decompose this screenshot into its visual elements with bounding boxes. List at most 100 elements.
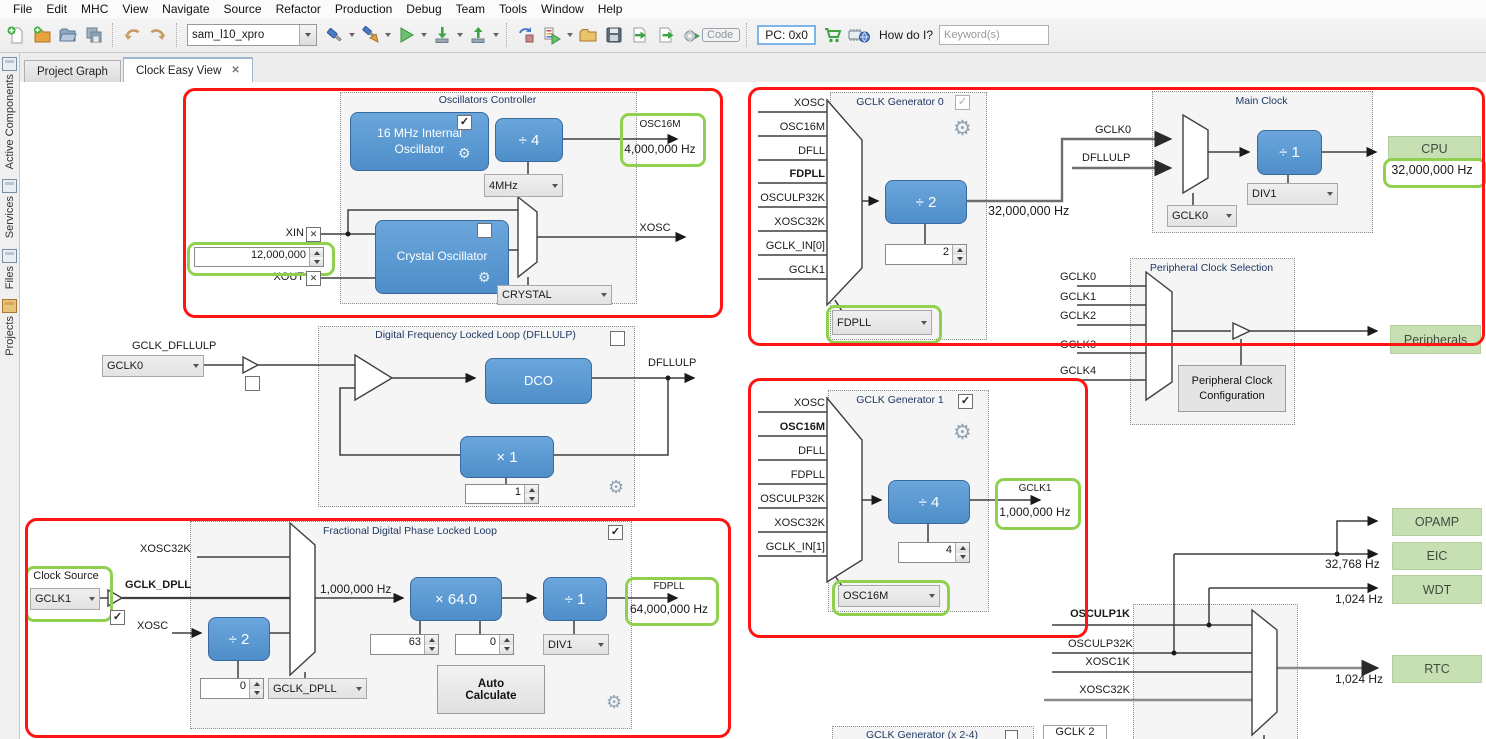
sidebar-item-active-components[interactable]: Active Components <box>2 57 17 169</box>
crystal-oscillator-enable-checkbox[interactable] <box>477 223 492 238</box>
spinner-buttons[interactable] <box>955 543 969 562</box>
fdpll-mux-select[interactable]: GCLK_DPLL <box>268 678 367 699</box>
export-hex-icon[interactable] <box>628 23 652 47</box>
close-icon[interactable] <box>231 65 239 76</box>
gclkgen0-enable-checkbox[interactable] <box>955 95 970 110</box>
open-project-icon[interactable] <box>56 23 80 47</box>
gear-icon[interactable] <box>458 146 471 160</box>
run-icon[interactable] <box>394 23 418 47</box>
spinner-buttons[interactable] <box>499 635 513 654</box>
menu-edit[interactable]: Edit <box>39 1 74 17</box>
pm3-program-icon[interactable] <box>540 23 564 47</box>
undo-icon[interactable] <box>120 23 144 47</box>
gear-icon[interactable] <box>953 118 972 139</box>
device-globe-icon[interactable] <box>847 23 871 47</box>
gclkgen1-div-input[interactable]: 4 <box>898 542 970 563</box>
internal-oscillator-enable-checkbox[interactable] <box>457 115 472 130</box>
menu-file[interactable]: File <box>6 1 39 17</box>
menu-window[interactable]: Window <box>534 1 591 17</box>
generate-code-label[interactable]: Code <box>702 28 740 42</box>
new-project-icon[interactable] <box>30 23 54 47</box>
menu-view[interactable]: View <box>115 1 155 17</box>
gclkgen1-divider-block[interactable]: ÷ 4 <box>888 480 970 524</box>
redo-icon[interactable] <box>146 23 170 47</box>
folder-icon[interactable] <box>576 23 600 47</box>
cart-icon[interactable] <box>821 23 845 47</box>
fdpll-mult-frac-input[interactable]: 0 <box>455 634 514 655</box>
chevron-down-icon[interactable] <box>299 25 316 45</box>
build-icon[interactable] <box>322 23 346 47</box>
crystal-mode-select[interactable]: CRYSTAL <box>497 285 612 305</box>
fdpll-prediv-block[interactable]: ÷ 2 <box>208 617 270 661</box>
gclkgen1-enable-checkbox[interactable] <box>958 394 973 409</box>
menu-navigate[interactable]: Navigate <box>155 1 216 17</box>
tab-clock-easy-view[interactable]: Clock Easy View <box>123 57 253 82</box>
sidebar-item-files[interactable]: Files <box>2 249 17 289</box>
fdpll-prediv-input[interactable]: 0 <box>200 678 264 699</box>
mainclock-div-select[interactable]: DIV1 <box>1247 183 1338 205</box>
spinner-buttons[interactable] <box>952 245 966 264</box>
menu-team[interactable]: Team <box>449 1 492 17</box>
gclkgen0-source-select[interactable]: FDPLL <box>832 310 932 335</box>
pm3-dropdown-icon[interactable] <box>567 33 573 37</box>
gclkgen24-enable-checkbox[interactable] <box>1005 730 1018 739</box>
menu-production[interactable]: Production <box>328 1 399 17</box>
mainclock-source-select[interactable]: GCLK0 <box>1167 205 1237 227</box>
menu-source[interactable]: Source <box>217 1 269 17</box>
spinner-buttons[interactable] <box>249 679 263 698</box>
menu-help[interactable]: Help <box>591 1 630 17</box>
tab-project-graph[interactable]: Project Graph <box>24 60 121 82</box>
xin-freq-input[interactable]: 12,000,000 <box>194 247 324 267</box>
menu-mhc[interactable]: MHC <box>74 1 115 17</box>
fdpll-div-select[interactable]: DIV1 <box>543 634 609 655</box>
project-combobox[interactable]: sam_l10_xpro <box>187 24 317 46</box>
menu-tools[interactable]: Tools <box>492 1 534 17</box>
dfll-enable-checkbox[interactable] <box>610 331 625 346</box>
fdpll-postdiv-block[interactable]: ÷ 1 <box>543 577 607 621</box>
dco-block[interactable]: DCO <box>485 358 592 404</box>
run-dropdown-icon[interactable] <box>421 33 427 37</box>
fdpll-buffer-checkbox[interactable] <box>110 610 125 625</box>
fdpll-enable-checkbox[interactable] <box>608 525 623 540</box>
keyword-search-input[interactable] <box>939 25 1049 45</box>
make-program-icon[interactable] <box>430 23 454 47</box>
refresh-debug-tool-icon[interactable] <box>514 23 538 47</box>
spinner-buttons[interactable] <box>424 635 438 654</box>
clean-build-icon[interactable] <box>358 23 382 47</box>
dfll-source-select[interactable]: GCLK0 <box>102 355 204 377</box>
menu-refactor[interactable]: Refactor <box>269 1 328 17</box>
gear-icon[interactable] <box>478 270 491 284</box>
osc16m-divider-block[interactable]: ÷ 4 <box>495 118 563 162</box>
new-file-icon[interactable] <box>4 23 28 47</box>
save-all-icon[interactable] <box>82 23 106 47</box>
gclkgen1-source-select[interactable]: OSC16M <box>838 585 940 607</box>
fdpll-multiplier-block[interactable]: × 64.0 <box>410 577 502 621</box>
fdpll-source-select[interactable]: GCLK1 <box>30 588 100 610</box>
spinner-buttons[interactable] <box>524 485 538 503</box>
auto-calculate-button[interactable]: AutoCalculate <box>437 665 545 714</box>
mainclock-divider-block[interactable]: ÷ 1 <box>1257 130 1322 175</box>
gear-icon[interactable] <box>953 422 972 443</box>
gear-icon[interactable] <box>606 693 622 711</box>
clean-build-dropdown-icon[interactable] <box>385 33 391 37</box>
dfll-buffer-checkbox[interactable] <box>245 376 260 391</box>
gclkgen0-divider-block[interactable]: ÷ 2 <box>885 180 967 224</box>
menu-debug[interactable]: Debug <box>399 1 448 17</box>
read-device-dropdown-icon[interactable] <box>493 33 499 37</box>
make-program-dropdown-icon[interactable] <box>457 33 463 37</box>
fdpll-mult-int-input[interactable]: 63 <box>370 634 439 655</box>
build-dropdown-icon[interactable] <box>349 33 355 37</box>
import-hex-icon[interactable] <box>654 23 678 47</box>
gclkgen0-div-input[interactable]: 2 <box>885 244 967 265</box>
gclk2-tab[interactable]: GCLK 2 <box>1043 725 1107 739</box>
dfll-mult-input[interactable]: 1 <box>465 484 539 504</box>
generate-code-gear-icon[interactable] <box>680 23 704 47</box>
peripheral-clock-config-button[interactable]: Peripheral Clock Configuration <box>1178 365 1286 412</box>
xin-pin-checkbox[interactable] <box>306 227 321 242</box>
xout-pin-checkbox[interactable] <box>306 271 321 286</box>
spinner-buttons[interactable] <box>309 248 323 266</box>
sidebar-item-services[interactable]: Services <box>2 179 17 238</box>
save-icon[interactable] <box>602 23 626 47</box>
read-device-icon[interactable] <box>466 23 490 47</box>
sidebar-item-projects[interactable]: Projects <box>2 299 17 356</box>
